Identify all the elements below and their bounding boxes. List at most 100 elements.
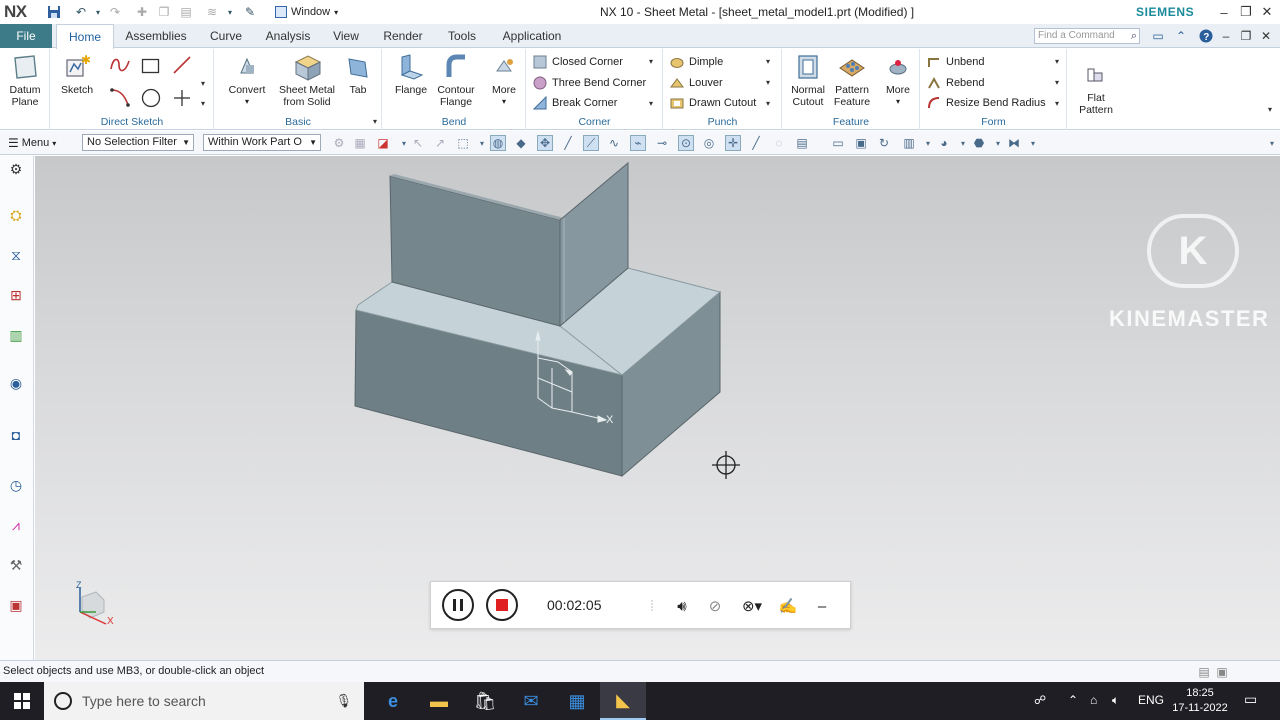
feature-more-button[interactable]: More ▾ xyxy=(881,53,915,108)
collapse-ribbon-icon[interactable]: ⌃ xyxy=(1173,28,1189,44)
camera-off-icon[interactable]: ⊗▾ xyxy=(738,595,766,617)
contour-flange-button[interactable]: Contour Flange xyxy=(433,53,479,108)
background-dropdown[interactable]: ▾ xyxy=(990,135,1006,151)
sub-close-button[interactable]: ✕ xyxy=(1258,28,1274,44)
unbend-dropdown[interactable]: ▾ xyxy=(1055,57,1059,66)
hd3d-tools-icon[interactable]: ◉ xyxy=(5,372,27,394)
ribbon-options-icon[interactable]: ▭ xyxy=(1150,28,1166,44)
full-screen-icon[interactable]: ▣ xyxy=(1214,664,1230,680)
point-on-curve-icon[interactable]: ╱ xyxy=(748,135,764,151)
notifications-icon[interactable]: ▭ xyxy=(1244,691,1257,708)
section-view-dropdown[interactable]: ▾ xyxy=(1025,135,1041,151)
sketch-button[interactable]: ✱ Sketch xyxy=(57,53,97,96)
rebend-dropdown[interactable]: ▾ xyxy=(1055,78,1059,87)
calculator-icon[interactable]: ▦ xyxy=(554,682,600,720)
closed-corner-dropdown[interactable]: ▾ xyxy=(649,57,653,66)
point-on-surface-icon[interactable]: ◌ xyxy=(771,135,787,151)
orient-view-icon[interactable]: ▥ xyxy=(901,135,917,151)
find-command-input[interactable]: Find a Command ⌕ xyxy=(1034,28,1140,44)
view-shaded-icon[interactable]: ◍ xyxy=(490,135,506,151)
system-clock[interactable]: 18:25 17-11-2022 xyxy=(1168,686,1232,716)
three-bend-corner-button[interactable]: Three Bend Corner xyxy=(533,73,646,93)
roles-icon[interactable]: ▣ xyxy=(5,594,27,616)
datum-plane-button[interactable]: Datum Plane xyxy=(4,53,46,108)
assembly-navigator-icon[interactable]: ⛭ xyxy=(5,204,27,226)
unbend-button[interactable]: Unbend xyxy=(927,52,985,72)
window-menu[interactable]: Window ▾ xyxy=(271,3,342,21)
pause-button[interactable] xyxy=(442,589,474,621)
orient-view-dropdown[interactable]: ▾ xyxy=(920,135,936,151)
intersection-icon[interactable]: ⊸ xyxy=(654,135,670,151)
sheet-metal-from-solid-button[interactable]: Sheet Metal from Solid xyxy=(273,53,341,108)
mid-point-icon[interactable]: ⟋ xyxy=(583,135,599,151)
break-corner-dropdown[interactable]: ▾ xyxy=(649,99,653,108)
people-icon[interactable]: ☍ xyxy=(1034,693,1046,707)
tab-analysis[interactable]: Analysis xyxy=(258,24,318,48)
rectangle-select-icon[interactable]: ⬚ xyxy=(455,135,471,151)
rebend-button[interactable]: Rebend xyxy=(927,73,985,93)
section-view-icon[interactable]: ⧓ xyxy=(1006,135,1022,151)
tab-assemblies[interactable]: Assemblies xyxy=(118,24,194,48)
speaker-icon[interactable]: 🔊︎ xyxy=(671,595,693,617)
bounded-grid-icon[interactable]: ▤ xyxy=(794,135,810,151)
microphone-icon[interactable]: 🎙︎ xyxy=(335,693,352,709)
studio-spline-icon[interactable] xyxy=(109,55,131,75)
paste-icon[interactable]: ▤ xyxy=(178,4,194,20)
render-style-icon[interactable]: ◕ xyxy=(936,135,952,151)
tab-curve[interactable]: Curve xyxy=(200,24,252,48)
tray-expand-icon[interactable]: ⌃ xyxy=(1068,693,1078,707)
touch-mode-icon[interactable]: ✎ xyxy=(242,4,258,20)
snap-point-icon[interactable]: ✥ xyxy=(537,135,553,151)
toolbar-overflow-dropdown[interactable]: ▾ xyxy=(1264,135,1280,151)
resize-bend-dropdown[interactable]: ▾ xyxy=(1055,99,1059,108)
network-icon[interactable]: ⌂ xyxy=(1090,693,1097,707)
constraint-navigator-icon[interactable]: ⧖ xyxy=(5,244,27,266)
type-filter-icon[interactable]: ◪ xyxy=(375,135,391,151)
sketch-gallery-dropdown[interactable]: ▾ xyxy=(201,99,205,108)
settings-gear-icon[interactable]: ⚙ xyxy=(5,158,27,180)
view-faces-icon[interactable]: ◆ xyxy=(513,135,529,151)
undo-dropdown-icon[interactable]: ▾ xyxy=(90,4,106,20)
repeat-command-icon[interactable]: ≋ xyxy=(204,4,220,20)
mic-off-icon[interactable]: ⊘ xyxy=(704,595,726,617)
sub-restore-button[interactable]: ❐ xyxy=(1238,28,1254,44)
selection-scope-select[interactable]: Within Work Part O ▼ xyxy=(203,134,321,151)
select-arrow-icon[interactable]: ↖ xyxy=(410,135,426,151)
louver-dropdown[interactable]: ▾ xyxy=(766,78,770,87)
rectangle-icon[interactable] xyxy=(141,56,161,76)
normal-cutout-button[interactable]: Normal Cutout xyxy=(787,53,829,108)
general-select-icon[interactable]: ⚙ xyxy=(331,135,347,151)
nx-app-icon[interactable]: ◣ xyxy=(600,682,646,720)
end-point-icon[interactable]: ╱ xyxy=(560,135,576,151)
store-icon[interactable]: 🛍︎ xyxy=(462,682,508,720)
flat-pattern-button[interactable]: Flat Pattern xyxy=(1072,61,1120,116)
drawn-cutout-button[interactable]: Drawn Cutout xyxy=(670,93,756,113)
control-point-icon[interactable]: ⌁ xyxy=(630,135,646,151)
file-explorer-icon[interactable]: ▬ xyxy=(416,682,462,720)
edge-browser-icon[interactable]: e xyxy=(370,682,416,720)
language-indicator[interactable]: ENG xyxy=(1138,693,1164,707)
break-corner-button[interactable]: Break Corner xyxy=(533,93,617,113)
cut-icon[interactable]: ✚ xyxy=(134,4,150,20)
save-icon[interactable] xyxy=(46,4,62,20)
render-style-dropdown[interactable]: ▾ xyxy=(955,135,971,151)
quadrant-icon[interactable]: ◎ xyxy=(701,135,717,151)
circle-icon[interactable] xyxy=(141,88,161,108)
reuse-library-icon[interactable]: ▥ xyxy=(5,324,27,346)
volume-icon[interactable]: 🔈︎ xyxy=(1112,693,1119,708)
line-icon[interactable] xyxy=(172,55,192,75)
dimple-button[interactable]: Dimple xyxy=(670,52,723,72)
zoom-icon[interactable]: ▣ xyxy=(853,135,869,151)
redo-icon[interactable]: ↷ xyxy=(107,4,123,20)
snap-icon[interactable]: ↗ xyxy=(432,135,448,151)
tab-button[interactable]: Tab xyxy=(343,53,373,96)
point-icon[interactable] xyxy=(172,88,192,108)
minimize-recorder-icon[interactable]: – xyxy=(811,595,833,617)
arc-icon[interactable] xyxy=(109,87,131,107)
tab-render[interactable]: Render xyxy=(376,24,430,48)
rectangle-select-dropdown[interactable]: ▾ xyxy=(474,135,490,151)
help-icon[interactable]: ? xyxy=(1198,28,1214,44)
repeat-dropdown-icon[interactable]: ▾ xyxy=(222,4,238,20)
louver-button[interactable]: Louver xyxy=(670,73,723,93)
history-icon[interactable]: ◷ xyxy=(5,474,27,496)
